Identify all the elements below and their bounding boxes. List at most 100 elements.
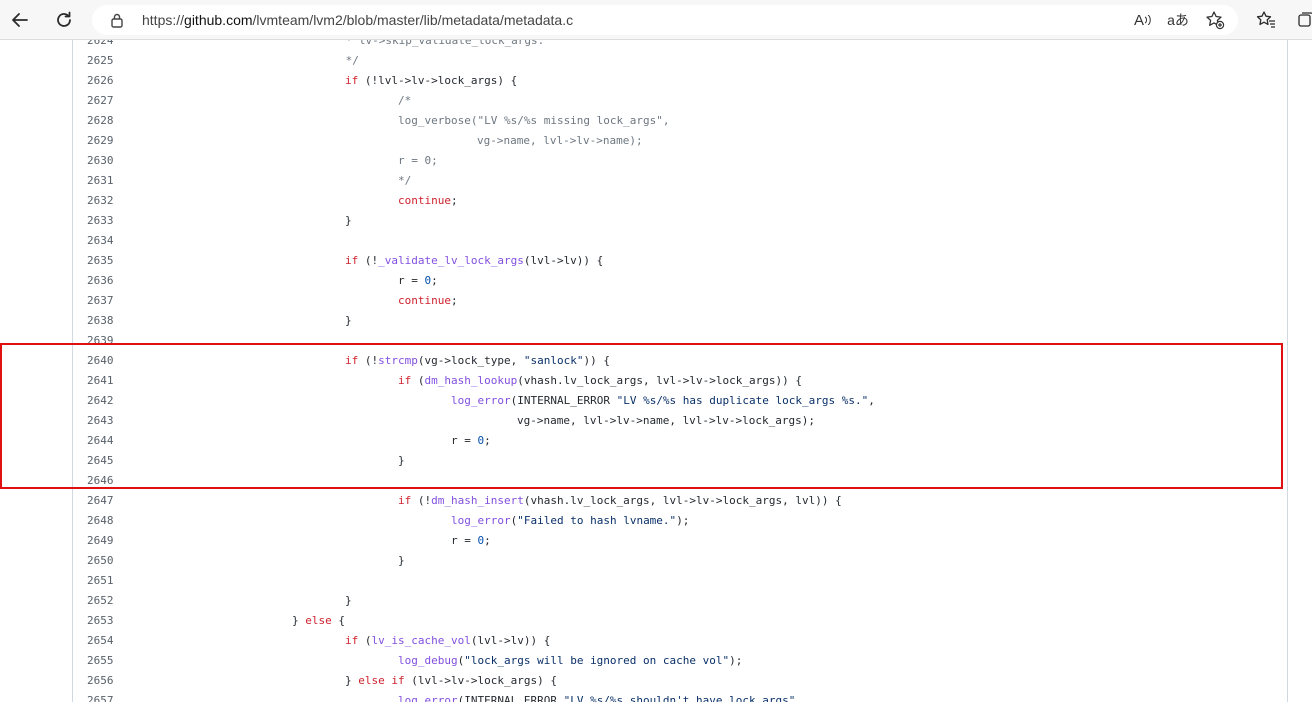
code-token: if (391, 674, 405, 687)
line-number[interactable]: 2644 (87, 431, 127, 451)
line-number[interactable]: 2637 (87, 291, 127, 311)
address-bar[interactable]: https://github.com/lvmteam/lvm2/blob/mas… (92, 5, 1238, 35)
code-line: 2657 log_error(INTERNAL_ERROR "LV %s/%s s… (73, 691, 1287, 702)
code-token: "sanlock" (523, 354, 584, 367)
code-token: } (398, 454, 405, 467)
code-text: */ (398, 171, 411, 191)
line-number[interactable]: 2626 (87, 71, 127, 91)
url-text[interactable]: https://github.com/lvmteam/lvm2/blob/mas… (142, 12, 573, 28)
code-line: 2652} (73, 591, 1287, 611)
line-number[interactable]: 2631 (87, 171, 127, 191)
read-aloud-icon[interactable]: A (1132, 9, 1154, 31)
code-line: 2641 if (dm_hash_lookup(vhash.lv_lock_arg… (73, 371, 1287, 391)
line-number[interactable]: 2640 (87, 351, 127, 371)
code-token: dm_hash_lookup (424, 374, 518, 387)
code-line: 2651 (73, 571, 1287, 591)
code-token: r = (451, 434, 478, 447)
line-number[interactable]: 2643 (87, 411, 127, 431)
code-token: vg->name, lvl->lv->name, lvl->lv->lock_a… (517, 414, 816, 427)
code-line: 2629 vg->name, lvl->lv->name); (73, 131, 1287, 151)
code-token: log_debug (398, 654, 458, 667)
line-number[interactable]: 2646 (87, 471, 127, 491)
add-favorite-icon[interactable] (1204, 9, 1226, 31)
line-number[interactable]: 2639 (87, 331, 127, 351)
code-text: vg->name, lvl->lv->name); (477, 131, 643, 151)
code-text: log_verbose("LV %s/%s missing lock_args"… (398, 111, 670, 131)
line-number[interactable]: 2633 (87, 211, 127, 231)
line-number[interactable]: 2635 (87, 251, 127, 271)
line-number[interactable]: 2629 (87, 131, 127, 151)
collections-icon[interactable] (1290, 4, 1312, 36)
favorites-icon[interactable] (1250, 4, 1282, 36)
code-text: continue; (398, 191, 458, 211)
code-token: , (795, 694, 802, 702)
code-text: if (!dm_hash_insert(vhash.lv_lock_args, … (398, 491, 842, 511)
code-text: } (345, 591, 352, 611)
code-token: (lvl->lv->lock_args) { (404, 674, 557, 687)
code-token: "lock_args will be ignored on cache vol" (464, 654, 730, 667)
code-token: (vg->lock_type, (417, 354, 524, 367)
line-number[interactable]: 2634 (87, 231, 127, 251)
code-token: )) { (583, 354, 610, 367)
code-text: if (dm_hash_lookup(vhash.lv_lock_args, l… (398, 371, 802, 391)
code-line: 2655 log_debug("lock_args will be ignored… (73, 651, 1287, 671)
line-number[interactable]: 2638 (87, 311, 127, 331)
code-token: (! (358, 354, 379, 367)
code-token: } (345, 314, 352, 327)
line-number[interactable]: 2641 (87, 371, 127, 391)
line-number[interactable]: 2627 (87, 91, 127, 111)
code-line: 2639 (73, 331, 1287, 351)
line-number[interactable]: 2636 (87, 271, 127, 291)
line-number[interactable]: 2632 (87, 191, 127, 211)
lock-icon[interactable] (109, 12, 125, 28)
code-text: vg->name, lvl->lv->name, lvl->lv->lock_a… (517, 411, 815, 431)
line-number[interactable]: 2656 (87, 671, 127, 691)
line-number[interactable]: 2624 (87, 40, 127, 51)
line-number[interactable]: 2651 (87, 571, 127, 591)
line-number[interactable]: 2648 (87, 511, 127, 531)
code-line: 2631 */ (73, 171, 1287, 191)
code-text: } (398, 451, 405, 471)
code-text: log_debug("lock_args will be ignored on … (398, 651, 742, 671)
line-number[interactable]: 2653 (87, 611, 127, 631)
line-number[interactable]: 2645 (87, 451, 127, 471)
code-text: } else { (292, 611, 345, 631)
code-token: if (345, 254, 359, 267)
code-token: { (331, 614, 345, 627)
code-token: r = (398, 274, 425, 287)
code-token: log_verbose("LV %s/%s missing lock_args"… (398, 114, 670, 127)
code-token: (vhash.lv_lock_args, lvl->lv->lock_args,… (523, 494, 842, 507)
line-number[interactable]: 2642 (87, 391, 127, 411)
code-token: r = (451, 534, 478, 547)
line-number[interactable]: 2650 (87, 551, 127, 571)
code-line: 2626 if (!lvl->lv->lock_args) { (73, 71, 1287, 91)
code-line: 2645} (73, 451, 1287, 471)
line-number[interactable]: 2652 (87, 591, 127, 611)
line-number[interactable]: 2654 (87, 631, 127, 651)
code-text: r = 0; (398, 271, 438, 291)
line-number[interactable]: 2625 (87, 51, 127, 71)
code-line: 2634 (73, 231, 1287, 251)
line-number[interactable]: 2649 (87, 531, 127, 551)
line-number[interactable]: 2655 (87, 651, 127, 671)
code-token: if (345, 74, 359, 87)
back-arrow-icon[interactable] (4, 4, 36, 36)
code-token: } (345, 214, 352, 227)
code-line: 2653 } else { (73, 611, 1287, 631)
code-token: log_error (451, 394, 511, 407)
code-token: "LV %s/%s has duplicate lock_args %s." (616, 394, 869, 407)
code-token: "LV %s/%s shouldn't have lock_args" (563, 694, 796, 702)
line-number[interactable]: 2647 (87, 491, 127, 511)
code-text: if (!strcmp(vg->lock_type, "sanlock")) { (345, 351, 610, 371)
code-text: if (!lvl->lv->lock_args) { (345, 71, 517, 91)
code-token: (! (358, 254, 379, 267)
translate-icon[interactable]: aあ (1167, 9, 1189, 31)
code-token: lv_is_cache_vol (371, 634, 471, 647)
code-token: (lvl->lv)) { (523, 254, 604, 267)
line-number[interactable]: 2657 (87, 691, 127, 702)
code-text: } (345, 311, 352, 331)
line-number[interactable]: 2628 (87, 111, 127, 131)
code-text: log_error(INTERNAL_ERROR "LV %s/%s has d… (451, 391, 875, 411)
refresh-icon[interactable] (48, 4, 80, 36)
line-number[interactable]: 2630 (87, 151, 127, 171)
